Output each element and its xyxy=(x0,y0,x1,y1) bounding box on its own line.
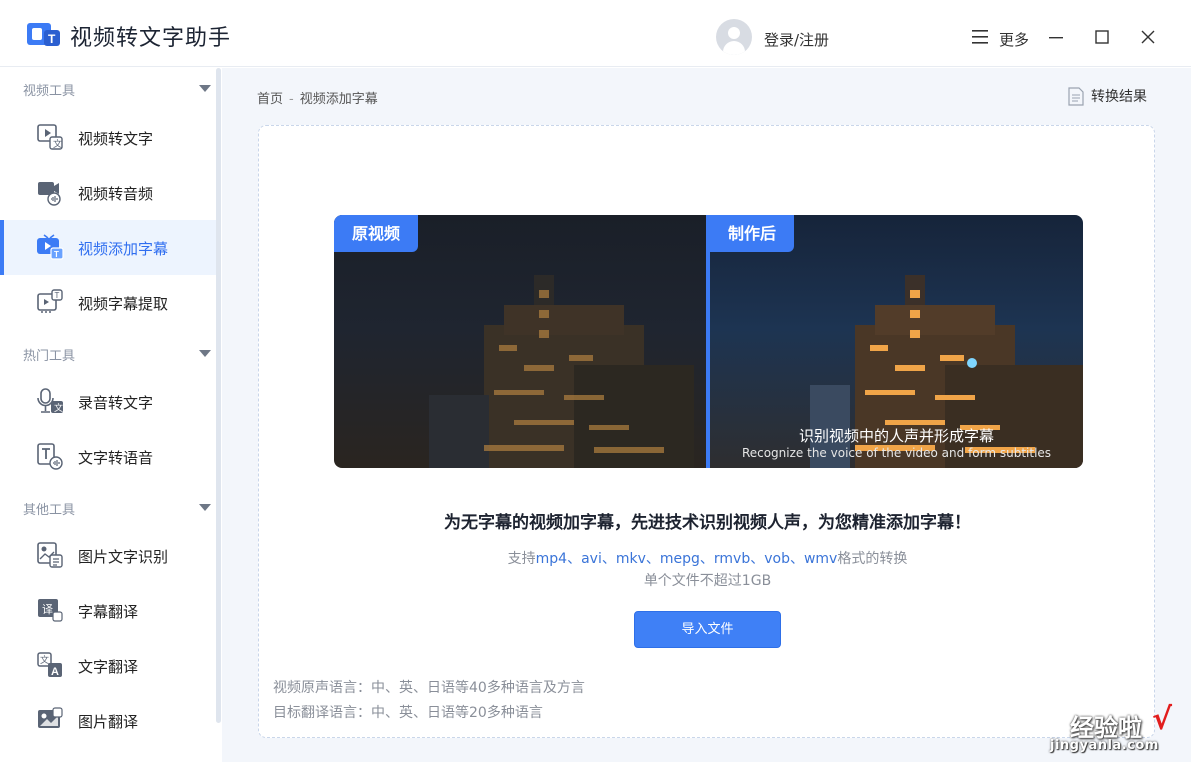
mic-to-text-icon: 文 xyxy=(37,388,63,413)
sidebar-item-text-to-speech[interactable]: 文字转语音 xyxy=(0,429,216,484)
close-button[interactable] xyxy=(1133,22,1163,52)
watermark: 经验啦 √ jingyanla.com xyxy=(1046,702,1186,756)
sidebar-item-label: 视频添加字幕 xyxy=(78,240,169,258)
more-menu-button[interactable]: 更多 xyxy=(999,29,1029,50)
sidebar-item-video-to-audio[interactable]: 视频转音频 xyxy=(0,165,216,220)
close-icon xyxy=(1141,30,1155,44)
maximize-button[interactable] xyxy=(1087,22,1117,52)
text-to-speech-icon xyxy=(37,443,63,470)
sidebar-item-label: 录音转文字 xyxy=(78,394,154,412)
sidebar-item-label: 视频字幕提取 xyxy=(78,295,169,313)
video-subtitle-icon: T xyxy=(37,234,64,260)
group-label: 视频工具 xyxy=(23,84,76,99)
sidebar-item-mic-to-text[interactable]: 文 录音转文字 xyxy=(0,374,216,429)
video-to-text-icon: 文 xyxy=(37,124,63,150)
svg-text:T: T xyxy=(54,250,59,259)
main-panel: 首页 - 视频添加字幕 转换结果 原视频 制作后 识别视频中的人声并形成字幕 R… xyxy=(222,68,1191,762)
sidebar-group-video-tools[interactable]: 视频工具 xyxy=(0,68,216,108)
svg-text:文: 文 xyxy=(40,654,49,665)
source-language-note: 视频原声语言：中、英、日语等40多种语言及方言 xyxy=(273,680,585,696)
sidebar-item-label: 图片文字识别 xyxy=(78,548,169,566)
sidebar-item-label: 图片翻译 xyxy=(78,713,139,731)
text-translate-icon: 文 A xyxy=(37,652,62,678)
sidebar-item-label: 文字翻译 xyxy=(78,658,139,676)
app-title: 视频转文字助手 xyxy=(70,26,232,51)
conversion-result-label: 转换结果 xyxy=(1091,89,1147,105)
video-to-audio-icon xyxy=(38,182,61,206)
sidebar-item-label: 视频转文字 xyxy=(78,130,154,148)
formats-list: mp4、avi、mkv、mepg、rmvb、vob、wmv xyxy=(535,551,838,567)
sidebar-group-hot-tools[interactable]: 热门工具 xyxy=(0,333,216,373)
building-night-image xyxy=(429,275,694,468)
before-after-preview: 原视频 制作后 识别视频中的人声并形成字幕 Recognize the voic… xyxy=(334,215,1083,468)
formats-prefix: 支持 xyxy=(507,551,536,567)
chevron-down-icon xyxy=(199,504,211,511)
subtitle-english: Recognize the voice of the video and for… xyxy=(741,446,1052,460)
minimize-button[interactable] xyxy=(1041,22,1071,52)
group-label: 热门工具 xyxy=(23,349,76,364)
sidebar-item-video-subtitle[interactable]: T 视频添加字幕 xyxy=(0,220,216,275)
svg-text:文: 文 xyxy=(53,138,62,149)
breadcrumb-current: 视频添加字幕 xyxy=(299,92,378,107)
subtitle-extract-icon: T xyxy=(37,289,63,313)
subtitle-translate-icon: 译 xyxy=(38,599,63,622)
sidebar-item-video-to-text[interactable]: 文 视频转文字 xyxy=(0,110,216,165)
maximize-icon xyxy=(1095,30,1109,44)
breadcrumb-separator: - xyxy=(289,92,294,107)
app-logo-icon: T xyxy=(27,23,60,46)
feature-headline: 为无字幕的视频加字幕，先进技术识别视频人声，为您精准添加字幕！ xyxy=(444,513,971,533)
breadcrumb: 首页 - 视频添加字幕 xyxy=(257,88,378,107)
breadcrumb-home[interactable]: 首页 xyxy=(257,92,283,107)
document-icon xyxy=(1068,86,1084,106)
upload-card: 原视频 制作后 识别视频中的人声并形成字幕 Recognize the voic… xyxy=(258,125,1155,738)
image-ocr-icon xyxy=(37,542,63,568)
result-video-tag: 制作后 xyxy=(710,215,795,252)
sidebar-item-subtitle-extract[interactable]: T 视频字幕提取 xyxy=(0,275,216,330)
formats-suffix: 格式的转换 xyxy=(837,551,908,567)
sidebar-item-text-translate[interactable]: 文 A 文字翻译 xyxy=(0,638,216,693)
original-video-tag: 原视频 xyxy=(334,215,419,252)
import-file-button[interactable]: 导入文件 xyxy=(634,611,781,648)
svg-text:T: T xyxy=(55,291,60,300)
svg-text:A: A xyxy=(51,666,59,678)
supported-formats: 支持mp4、avi、mkv、mepg、rmvb、vob、wmv格式的转换 xyxy=(259,548,1156,568)
result-video-preview: 制作后 识别视频中的人声并形成字幕 Recognize the voice of… xyxy=(710,215,1083,468)
watermark-url: jingyanla.com xyxy=(1050,738,1159,753)
sidebar-item-image-ocr[interactable]: 图片文字识别 xyxy=(0,528,216,583)
sidebar-item-label: 视频转音频 xyxy=(78,185,154,203)
checkmark-icon: √ xyxy=(1152,702,1173,737)
sidebar: 视频工具 文 视频转文字 视频转音频 T 视频添加字幕 T 视频字幕提取 热门工… xyxy=(0,68,222,762)
subtitle-chinese: 识别视频中的人声并形成字幕 xyxy=(798,427,994,445)
original-video-preview: 原视频 xyxy=(334,215,706,468)
user-avatar[interactable] xyxy=(716,19,752,55)
sidebar-item-label: 字幕翻译 xyxy=(78,603,139,621)
group-label: 其他工具 xyxy=(23,503,76,518)
chevron-down-icon xyxy=(199,85,211,92)
sidebar-item-subtitle-translate[interactable]: 译 字幕翻译 xyxy=(0,583,216,638)
svg-text:文: 文 xyxy=(54,402,63,413)
minimize-icon xyxy=(1049,37,1063,39)
login-register-link[interactable]: 登录/注册 xyxy=(764,29,829,50)
svg-text:译: 译 xyxy=(42,603,53,616)
menu-icon[interactable] xyxy=(972,30,988,44)
sidebar-group-other-tools[interactable]: 其他工具 xyxy=(0,487,216,527)
conversion-result-button[interactable]: 转换结果 xyxy=(1068,86,1147,106)
title-bar: T 视频转文字助手 登录/注册 更多 xyxy=(0,0,1191,67)
file-size-limit: 单个文件不超过1GB xyxy=(643,573,772,589)
svg-text:T: T xyxy=(48,32,56,46)
sidebar-item-image-translate[interactable]: 图片翻译 xyxy=(0,693,216,748)
sidebar-scrollbar[interactable] xyxy=(216,68,221,723)
image-translate-icon xyxy=(38,707,63,728)
target-language-note: 目标翻译语言：中、英、日语等20多种语言 xyxy=(273,705,543,721)
chevron-down-icon xyxy=(199,350,211,357)
sidebar-item-label: 文字转语音 xyxy=(78,449,154,467)
